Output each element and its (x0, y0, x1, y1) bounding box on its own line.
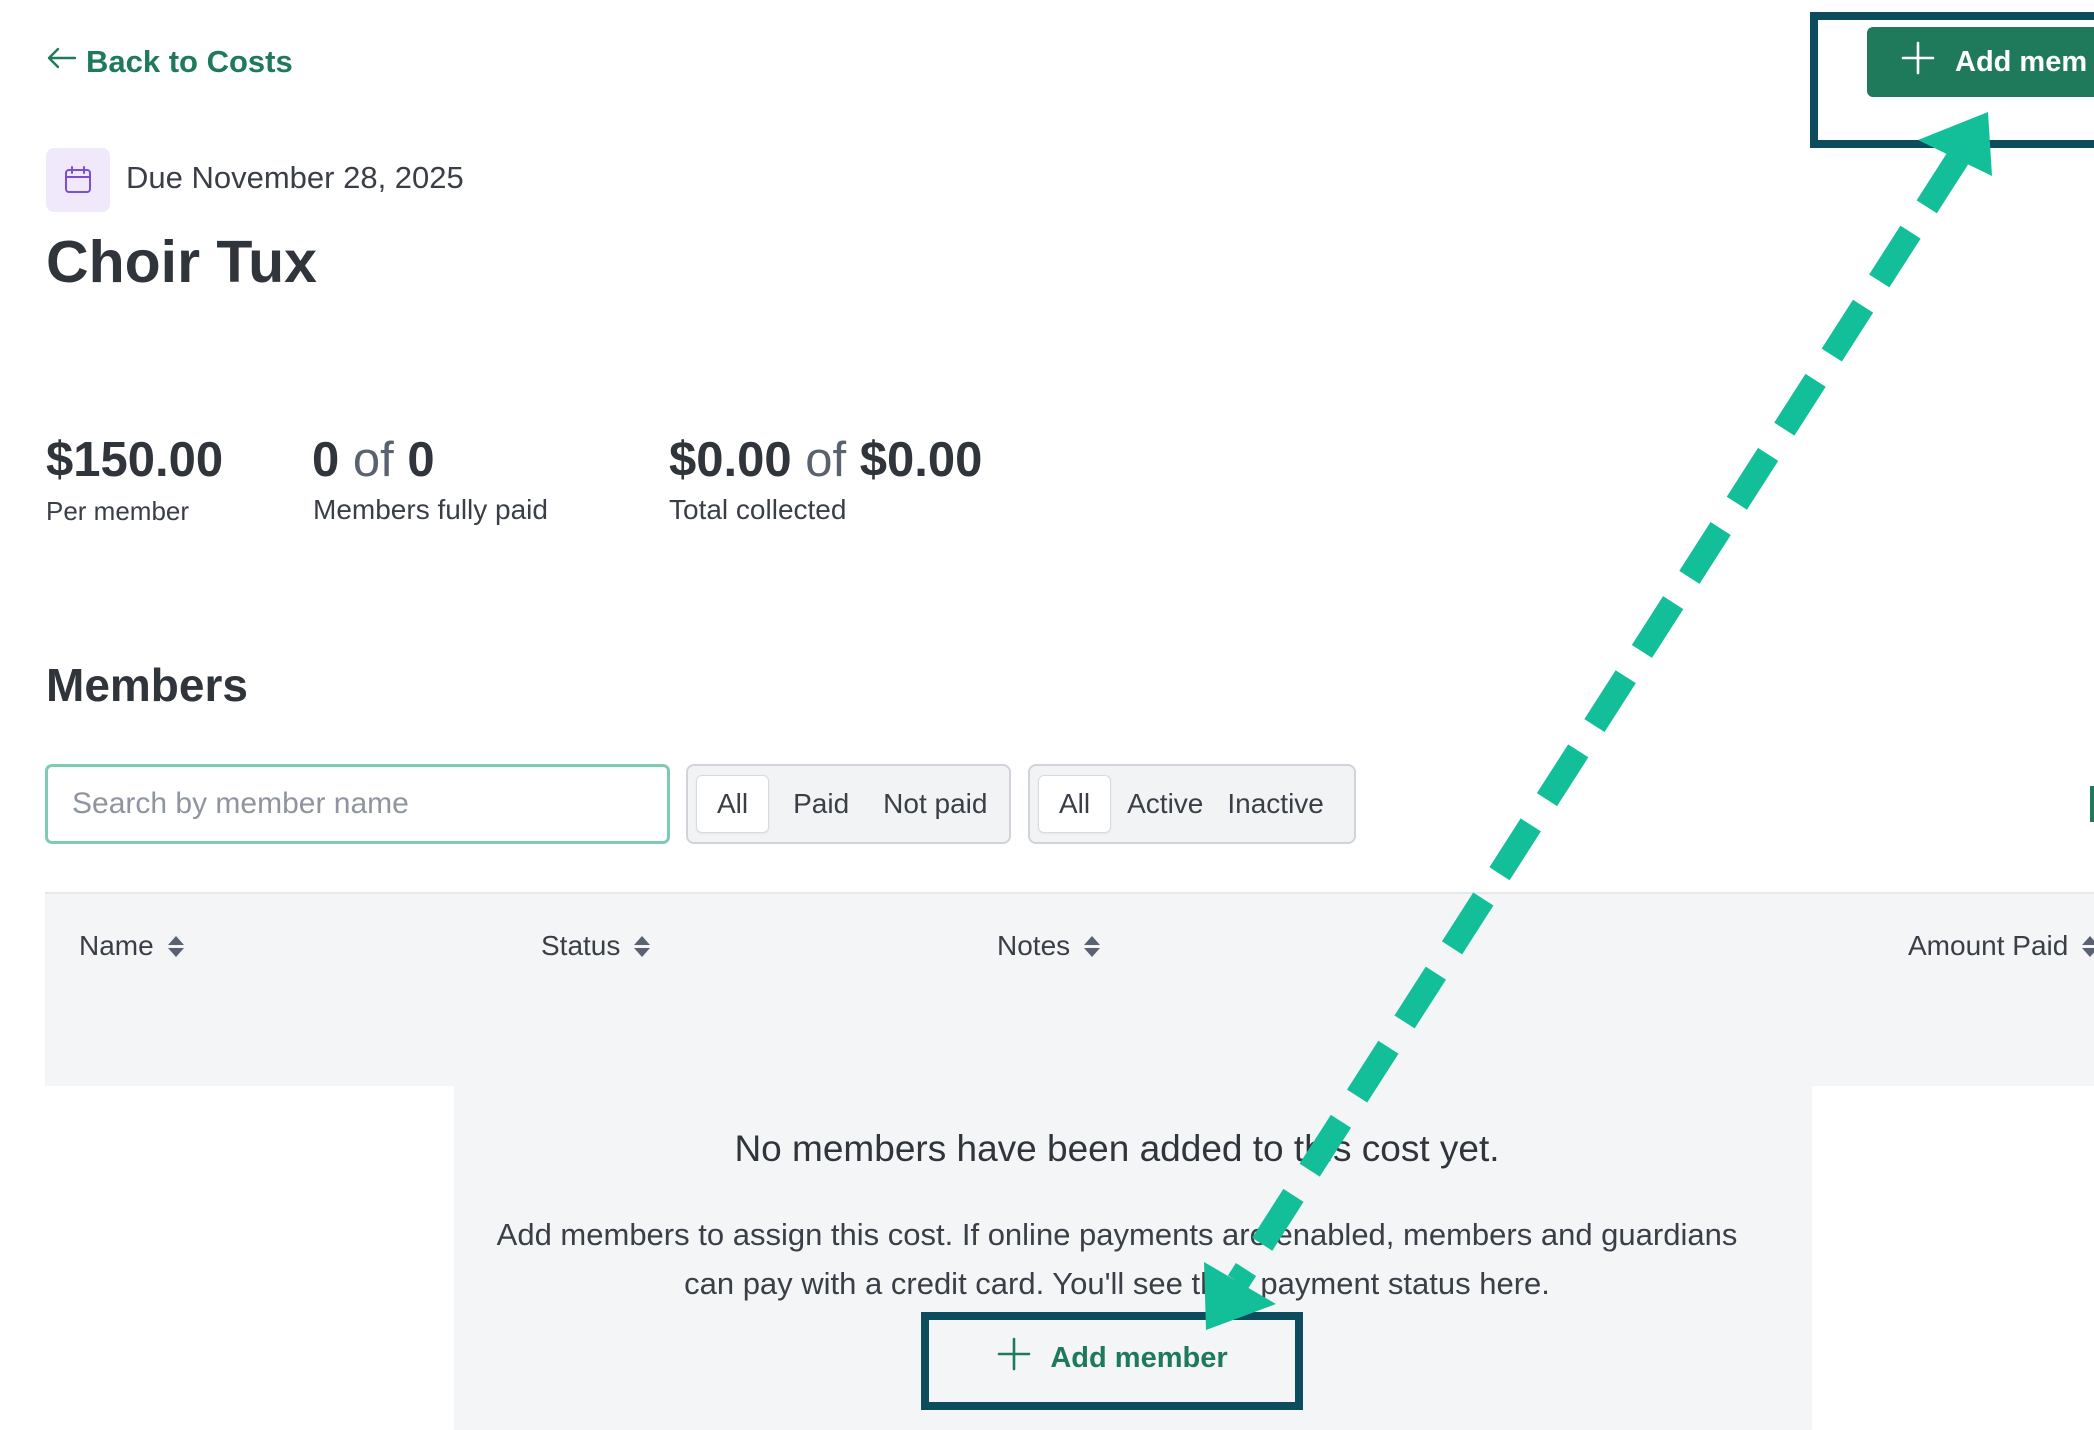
arrowhead-top (1918, 112, 1992, 176)
due-date: Due November 28, 2025 (126, 160, 464, 195)
arrow-left-icon (44, 40, 80, 84)
column-header-amount-paid[interactable]: Amount Paid (1908, 930, 2094, 962)
per-member-label: Per member (46, 496, 190, 526)
members-paid-label: Members fully paid (313, 494, 548, 525)
sort-icon (1084, 935, 1101, 957)
back-link-label: Back to Costs (86, 44, 293, 79)
payment-status-filter: All Paid Not paid (686, 764, 1011, 844)
plus-icon (996, 1336, 1032, 1380)
sort-icon (2082, 935, 2094, 957)
sort-icon (634, 935, 651, 957)
column-header-status[interactable]: Status (541, 930, 651, 962)
per-member-amount: $150.00 (46, 433, 224, 487)
total-collected-label: Total collected (669, 494, 847, 525)
add-member-top-button[interactable]: Add mem (1867, 27, 2094, 97)
filter-activity-active[interactable]: Active (1115, 776, 1213, 832)
filter-activity-all[interactable]: All (1038, 775, 1112, 833)
table-body-band (45, 998, 2094, 1086)
filter-activity-inactive[interactable]: Inactive (1217, 776, 1334, 832)
sort-icon (167, 935, 184, 957)
add-member-label: Add member (1050, 1341, 1228, 1374)
member-activity-filter: All Active Inactive (1028, 764, 1356, 844)
filter-payment-all[interactable]: All (696, 775, 770, 833)
calendar-icon (46, 148, 110, 212)
members-heading: Members (46, 659, 248, 711)
column-header-notes[interactable]: Notes (997, 930, 1101, 962)
add-member-button[interactable]: Add member (930, 1312, 1294, 1404)
member-search-input[interactable] (45, 764, 670, 844)
back-to-costs-link[interactable]: Back to Costs (44, 40, 293, 84)
cropped-control-edge (2090, 786, 2094, 822)
empty-state-title: No members have been added to this cost … (734, 1128, 1500, 1169)
page-title: Choir Tux (46, 229, 317, 295)
plus-icon (1899, 39, 1937, 85)
filter-payment-not-paid[interactable]: Not paid (873, 776, 999, 832)
filter-payment-paid[interactable]: Paid (773, 776, 869, 832)
column-header-name[interactable]: Name (79, 930, 184, 962)
add-member-top-label: Add mem (1955, 45, 2088, 78)
empty-state-description: Add members to assign this cost. If onli… (496, 1217, 1738, 1301)
total-collected-amount: $0.00 of $0.00 (669, 433, 983, 487)
members-paid-count: 0 of 0 (312, 433, 435, 487)
